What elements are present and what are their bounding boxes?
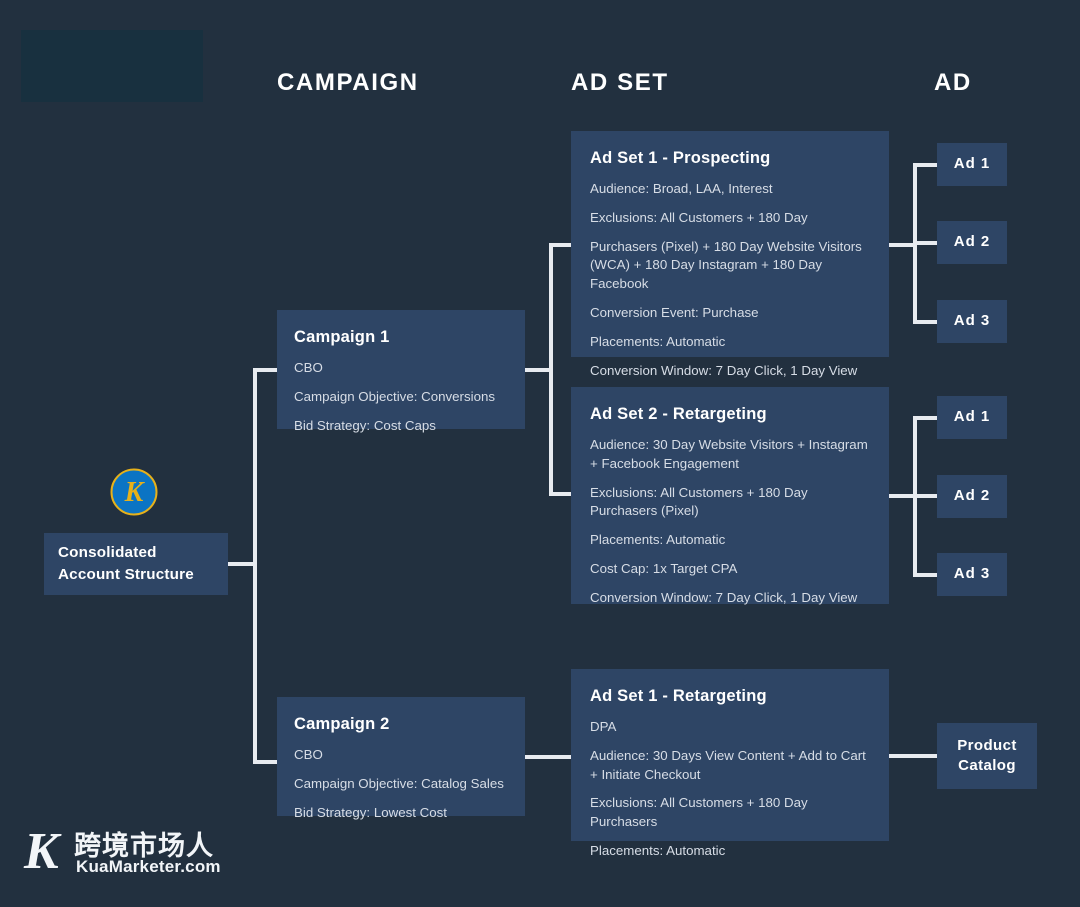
connector-ad-set-1-to-ad-3 [913,320,939,324]
ad-set-3-line-2: Audience: 30 Days View Content + Add to … [590,747,866,782]
ad-set-1-line-6: Conversion Window: 7 Day Click, 1 Day Vi… [590,362,858,378]
campaign-2-line-3: Bid Strategy: Lowest Cost [294,804,447,820]
ad-box-set2-ad2[interactable]: Ad 2 [937,475,1007,518]
ad-box-set1-ad1[interactable]: Ad 1 [937,143,1007,186]
ad-set-3-line-1: DPA [590,718,617,734]
campaign-2-title: Campaign 2 [294,715,390,733]
ad-set-2-title: Ad Set 2 - Retargeting [590,405,767,423]
ad-box-product-catalog[interactable]: Product Catalog [937,723,1037,789]
ad-box-set2-ad1[interactable]: Ad 1 [937,396,1007,439]
diagram-canvas: CAMPAIGN AD SET AD K Consolidated Accoun… [0,0,1080,907]
ad-box-set1-ad3[interactable]: Ad 3 [937,300,1007,343]
ad-set-3-title: Ad Set 1 - Retargeting [590,687,767,705]
campaign-2-line-2: Campaign Objective: Catalog Sales [294,775,504,791]
connector-campaign-1-to-ad-set-1 [549,243,573,247]
product-catalog-line-2: Catalog [958,757,1016,774]
ad-set-1-line-4: Conversion Event: Purchase [590,305,759,321]
ad-set-1-line-1: Audience: Broad, LAA, Interest [590,180,773,196]
kuamarketer-logo-icon: K [110,468,158,516]
ad-set-2-line-5: Conversion Window: 7 Day Click, 1 Day Vi… [590,590,858,606]
ad-set-2-line-1: Audience: 30 Day Website Visitors + Inst… [590,436,868,471]
ad-set-card-1-prospecting[interactable]: Ad Set 1 - Prospecting Audience: Broad, … [571,131,889,378]
connector-root-bracket [253,368,257,764]
connector-root-to-campaign-1 [253,368,279,372]
root-node-consolidated-account-structure[interactable]: Consolidated Account Structure [44,533,228,595]
connector-root-to-campaign-2 [253,760,279,764]
root-node-line-2: Account Structure [58,566,194,583]
connector-ad-set-1-to-ad-1 [913,163,939,167]
watermark-k-icon: K [24,823,59,880]
campaign-1-line-3: Bid Strategy: Cost Caps [294,417,436,433]
column-header-ad-set: AD SET [571,69,669,96]
campaign-card-2[interactable]: Campaign 2 CBO Campaign Objective: Catal… [277,697,525,820]
ad-set-1-title: Ad Set 1 - Prospecting [590,149,771,167]
ad-set-1-line-5: Placements: Automatic [590,334,726,350]
product-catalog-line-1: Product [957,736,1017,754]
watermark-url: KuaMarketer.com [76,857,221,876]
connector-ad-set-3-to-product-catalog [889,754,939,758]
connector-ad-set-2-to-ad-2 [913,494,939,498]
ad-set-2-line-4: Cost Cap: 1x Target CPA [590,561,738,577]
decorative-panel [21,30,203,102]
connector-campaign-1-bracket [549,243,553,496]
ad-set-3-line-3: Exclusions: All Customers + 180 Day Purc… [590,795,808,830]
column-header-ad: AD [934,69,972,96]
watermark: K 跨境市场人 KuaMarketer.com [24,824,234,886]
root-node-line-1: Consolidated [58,543,157,561]
campaign-2-line-1: CBO [294,746,323,762]
campaign-card-1[interactable]: Campaign 1 CBO Campaign Objective: Conve… [277,310,525,433]
ad-set-1-line-3: Purchasers (Pixel) + 180 Day Website Vis… [590,238,862,292]
connector-ad-set-1-to-ad-2 [913,241,939,245]
campaign-1-line-1: CBO [294,359,323,375]
ad-box-set1-ad2[interactable]: Ad 2 [937,221,1007,264]
column-header-campaign: CAMPAIGN [277,69,419,96]
svg-text:K: K [124,477,146,508]
campaign-1-line-2: Campaign Objective: Conversions [294,388,496,404]
campaign-1-title: Campaign 1 [294,328,390,346]
connector-ad-set-2-to-ad-1 [913,416,939,420]
ad-set-3-line-4: Placements: Automatic [590,843,726,859]
connector-ad-set-2-to-ad-3 [913,573,939,577]
ad-set-card-2-retargeting[interactable]: Ad Set 2 - Retargeting Audience: 30 Day … [571,387,889,605]
ad-box-set2-ad3[interactable]: Ad 3 [937,553,1007,596]
ad-set-card-3-retargeting-dpa[interactable]: Ad Set 1 - Retargeting DPA Audience: 30 … [571,669,889,858]
ad-set-2-line-3: Placements: Automatic [590,532,726,548]
connector-campaign-2-to-ad-set-3 [525,755,573,759]
connector-campaign-1-to-ad-set-2 [549,492,573,496]
ad-set-2-line-2: Exclusions: All Customers + 180 Day Purc… [590,484,808,519]
ad-set-1-line-2: Exclusions: All Customers + 180 Day [590,209,808,225]
